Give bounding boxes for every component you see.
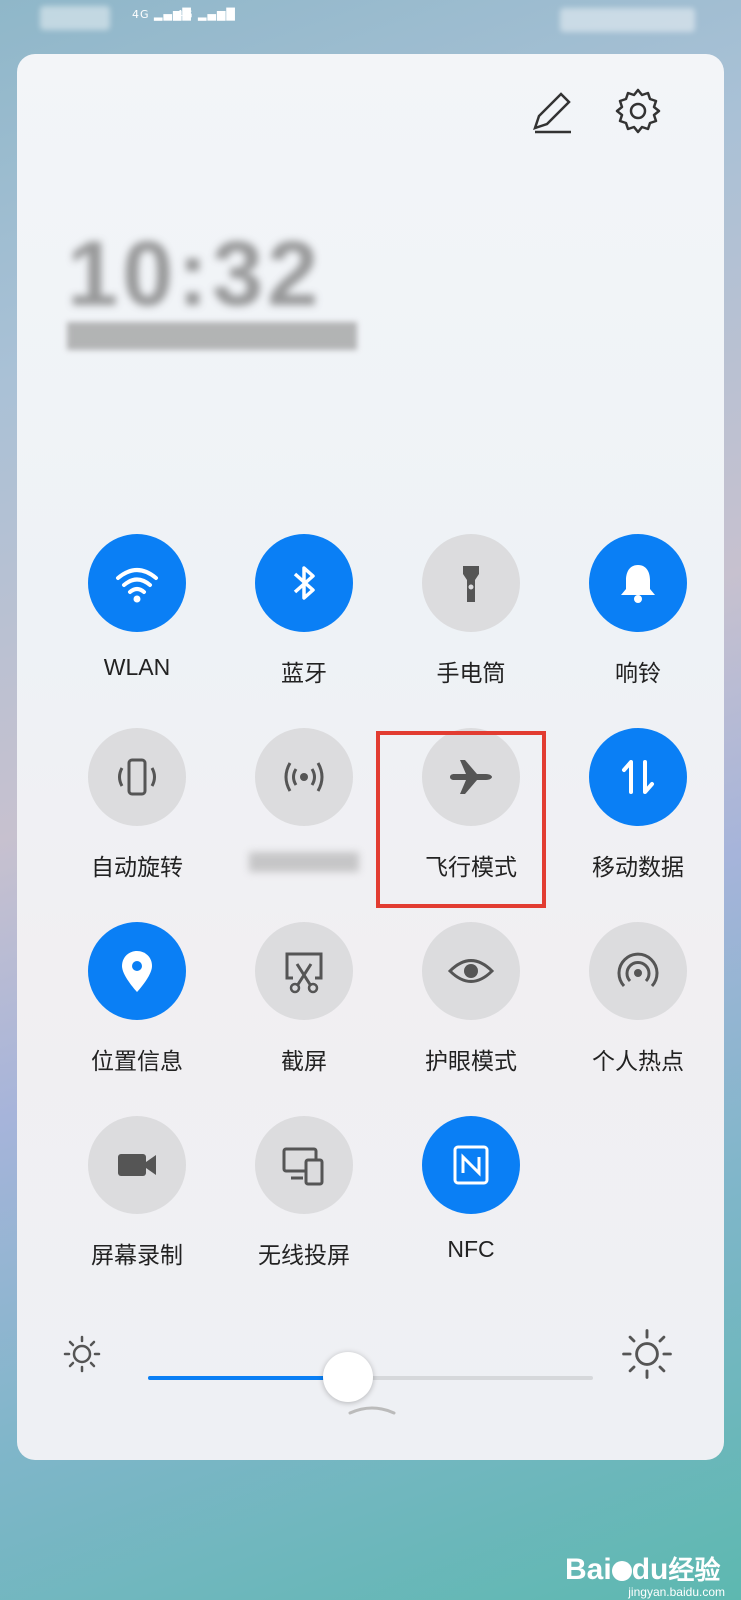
flashlight-icon bbox=[463, 566, 479, 602]
broadcast-icon bbox=[284, 762, 324, 792]
tile-screen-record[interactable]: 屏幕录制 bbox=[57, 1116, 217, 1286]
bluetooth-toggle[interactable] bbox=[255, 534, 353, 632]
tile-bluetooth[interactable]: 蓝牙 bbox=[224, 534, 384, 704]
tile-wlan[interactable]: WLAN bbox=[57, 534, 217, 704]
screen-record-toggle[interactable] bbox=[88, 1116, 186, 1214]
rotate-icon bbox=[118, 758, 156, 796]
date-redacted bbox=[67, 322, 357, 350]
ring-toggle[interactable] bbox=[589, 534, 687, 632]
video-icon bbox=[118, 1154, 156, 1176]
screenshot-toggle[interactable] bbox=[255, 922, 353, 1020]
tile-mobile-data[interactable]: 移动数据 bbox=[558, 728, 718, 898]
tile-flashlight[interactable]: 手电筒 bbox=[391, 534, 551, 704]
watermark-url: jingyan.baidu.com bbox=[628, 1585, 725, 1599]
status-blur-left bbox=[40, 6, 110, 30]
highlight-box bbox=[376, 731, 546, 908]
eye-icon bbox=[447, 959, 495, 983]
tile-label: 截屏 bbox=[281, 1048, 327, 1074]
status-bar: 4G ▂▄▆█ 4G ▂▄▆█ bbox=[0, 0, 741, 52]
tile-hotspot[interactable]: 个人热点 bbox=[558, 922, 718, 1092]
tile-label: 蓝牙 bbox=[281, 660, 327, 686]
location-toggle[interactable] bbox=[88, 922, 186, 1020]
wireless-projection-toggle[interactable] bbox=[255, 1116, 353, 1214]
tile-auto-rotate[interactable]: 自动旋转 bbox=[57, 728, 217, 898]
tile-label-redacted bbox=[224, 826, 384, 877]
wlan-toggle[interactable] bbox=[88, 534, 186, 632]
sim2-signal: 4G ▂▄▆█ bbox=[176, 8, 236, 21]
tile-label: 移动数据 bbox=[592, 854, 684, 880]
watermark-logo: Bai du经验 bbox=[565, 1553, 721, 1586]
bluetooth-icon bbox=[293, 566, 315, 600]
paw-icon bbox=[611, 1561, 632, 1582]
flashlight-toggle[interactable] bbox=[422, 534, 520, 632]
collapse-handle-icon[interactable] bbox=[347, 1401, 397, 1417]
clock-date bbox=[67, 322, 357, 357]
tile-label: 屏幕录制 bbox=[91, 1242, 183, 1268]
baidu-watermark: Bai du经验 jingyan.baidu.com bbox=[565, 1553, 735, 1600]
tile-wireless-projection[interactable]: 无线投屏 bbox=[224, 1116, 384, 1286]
tile-nfc[interactable]: NFC bbox=[391, 1116, 551, 1286]
mobile-data-icon bbox=[622, 760, 654, 794]
location-icon bbox=[122, 951, 152, 992]
hotspot-toggle[interactable] bbox=[589, 922, 687, 1020]
sim2-label: 4G bbox=[176, 8, 194, 21]
brightness-low-icon bbox=[63, 1335, 101, 1373]
tile-location[interactable]: 位置信息 bbox=[57, 922, 217, 1092]
tile-ring[interactable]: 响铃 bbox=[558, 534, 718, 704]
eye-care-toggle[interactable] bbox=[422, 922, 520, 1020]
bell-icon bbox=[621, 565, 655, 603]
auto-rotate-toggle[interactable] bbox=[88, 728, 186, 826]
brightness-slider[interactable] bbox=[148, 1352, 593, 1402]
sim1-label: 4G bbox=[132, 8, 150, 21]
tile-label: 护眼模式 bbox=[425, 1048, 517, 1074]
clock-time: 10:32 bbox=[67, 223, 323, 325]
tile-label: 自动旋转 bbox=[91, 854, 183, 880]
brightness-fill bbox=[148, 1376, 349, 1380]
wifi-icon bbox=[116, 568, 158, 603]
brightness-high-icon bbox=[622, 1329, 672, 1379]
tile-screenshot[interactable]: 截屏 bbox=[224, 922, 384, 1092]
quick-settings-panel: 10:32 WLAN 蓝牙 手电筒 响铃 自动旋转 飞行模式 移动数据 位置信息… bbox=[17, 54, 724, 1460]
mobile-data-toggle[interactable] bbox=[589, 728, 687, 826]
tile-label: 响铃 bbox=[615, 660, 661, 686]
tile-label: 位置信息 bbox=[91, 1048, 183, 1074]
tile-eye-care[interactable]: 护眼模式 bbox=[391, 922, 551, 1092]
tile-broadcast[interactable] bbox=[224, 728, 384, 898]
hotspot-icon bbox=[617, 952, 659, 988]
status-blur-right bbox=[560, 8, 695, 32]
nfc-icon bbox=[453, 1145, 489, 1185]
tile-label: 手电筒 bbox=[436, 660, 506, 686]
tile-label: 无线投屏 bbox=[258, 1242, 350, 1268]
gear-icon[interactable] bbox=[613, 86, 663, 136]
broadcast-toggle[interactable] bbox=[255, 728, 353, 826]
tile-label: 个人热点 bbox=[592, 1048, 684, 1074]
nfc-toggle[interactable] bbox=[422, 1116, 520, 1214]
cast-icon bbox=[282, 1147, 324, 1186]
pencil-icon[interactable] bbox=[525, 86, 575, 136]
tile-label: NFC bbox=[447, 1236, 495, 1262]
screenshot-icon bbox=[285, 952, 323, 994]
brightness-thumb[interactable] bbox=[323, 1352, 374, 1402]
tile-label: WLAN bbox=[103, 654, 171, 680]
